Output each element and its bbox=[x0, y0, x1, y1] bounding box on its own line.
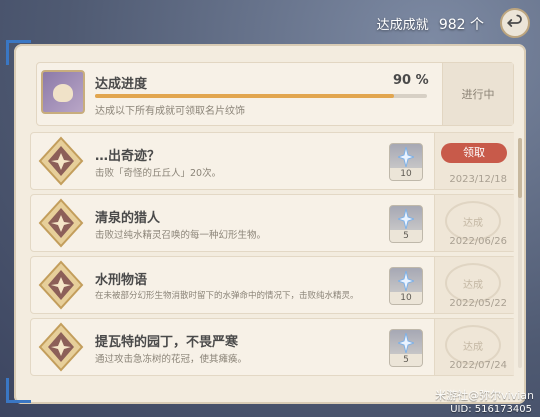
achievement-medal-icon bbox=[38, 198, 84, 248]
completed-stamp: 达成 bbox=[445, 325, 501, 365]
achievement-row: 提瓦特的园丁，不畏严寒 通过攻击急冻树的花冠，使其瘫痪。 5 达成 2022/0… bbox=[30, 318, 514, 376]
achievement-date: 2022/05/22 bbox=[449, 298, 507, 309]
list-scrollbar[interactable] bbox=[518, 138, 522, 368]
back-arrow-icon bbox=[507, 14, 522, 27]
reward-quantity: 10 bbox=[390, 168, 422, 180]
progress-card: 达成进度 90 % 达成以下所有成就可领取名片纹饰 进行中 bbox=[36, 62, 514, 126]
achievement-medal-icon bbox=[38, 260, 84, 310]
achievement-date: 2022/06/26 bbox=[449, 236, 507, 247]
achievement-row: …出奇迹？ 击败「奇怪的丘丘人」20次。 10 领取 2023/12/18 bbox=[30, 132, 514, 190]
achievement-description: 在未被部分幻形生物消散时留下的水弹命中的情况下，击败纯水精灵。 bbox=[95, 291, 359, 301]
achievement-row: 清泉的猎人 击败过纯水精灵召唤的每一种幻形生物。 5 达成 2022/06/26 bbox=[30, 194, 514, 252]
achievement-title: 提瓦特的园丁，不畏严寒 bbox=[95, 335, 239, 350]
achievement-status-area: 领取 2023/12/18 bbox=[434, 133, 514, 189]
achievement-medal-icon bbox=[38, 136, 84, 186]
achievement-date: 2023/12/18 bbox=[449, 174, 507, 185]
reward-quantity: 10 bbox=[390, 292, 422, 304]
progress-bar bbox=[95, 94, 427, 98]
progress-status: 进行中 bbox=[442, 63, 513, 125]
player-uid: UID: 516173405 bbox=[450, 404, 532, 415]
completed-stamp: 达成 bbox=[445, 263, 501, 303]
achievement-title: 水刑物语 bbox=[95, 273, 148, 288]
progress-bar-fill bbox=[95, 94, 394, 98]
primogem-reward: 10 bbox=[389, 143, 423, 181]
progress-title: 达成进度 bbox=[95, 77, 148, 92]
count-value: 982 个 bbox=[438, 17, 484, 33]
primogem-icon bbox=[398, 271, 414, 291]
achievement-date: 2022/07/24 bbox=[449, 360, 507, 371]
achievement-description: 击败「奇怪的丘丘人」20次。 bbox=[95, 168, 222, 179]
primogem-icon bbox=[398, 333, 414, 353]
watermark-text: 米游社@弥尔vivian bbox=[435, 389, 534, 402]
panel-corner-decoration bbox=[6, 40, 31, 65]
completed-stamp: 达成 bbox=[445, 201, 501, 241]
achievement-count: 达成成就 982 个 bbox=[377, 14, 484, 34]
progress-description: 达成以下所有成就可领取名片纹饰 bbox=[95, 106, 245, 117]
achievement-list: …出奇迹？ 击败「奇怪的丘丘人」20次。 10 领取 2023/12/18 清泉… bbox=[30, 132, 514, 376]
claim-button[interactable]: 领取 bbox=[441, 143, 507, 163]
primogem-reward: 10 bbox=[389, 267, 423, 305]
namecard-thumbnail bbox=[41, 70, 85, 114]
panel-corner-decoration bbox=[6, 378, 31, 403]
primogem-icon bbox=[398, 147, 414, 167]
achievement-title: …出奇迹？ bbox=[95, 149, 161, 164]
achievement-medal-icon bbox=[38, 322, 84, 372]
achievement-description: 击败过纯水精灵召唤的每一种幻形生物。 bbox=[95, 230, 267, 241]
achievement-title: 清泉的猎人 bbox=[95, 211, 161, 226]
achievement-status-area: 达成 2022/06/26 bbox=[434, 195, 514, 251]
achievement-status-area: 达成 2022/05/22 bbox=[434, 257, 514, 313]
scrollbar-thumb[interactable] bbox=[518, 138, 522, 198]
primogem-reward: 5 bbox=[389, 329, 423, 367]
count-label: 达成成就 bbox=[376, 18, 429, 33]
primogem-icon bbox=[398, 209, 414, 229]
reward-quantity: 5 bbox=[390, 354, 422, 366]
achievement-description: 通过攻击急冻树的花冠，使其瘫痪。 bbox=[95, 354, 248, 365]
achievement-row: 水刑物语 在未被部分幻形生物消散时留下的水弹命中的情况下，击败纯水精灵。 10 … bbox=[30, 256, 514, 314]
reward-quantity: 5 bbox=[390, 230, 422, 242]
achievement-status-area: 达成 2022/07/24 bbox=[434, 319, 514, 375]
primogem-reward: 5 bbox=[389, 205, 423, 243]
progress-percent: 90 % bbox=[393, 73, 429, 88]
back-button[interactable] bbox=[500, 8, 530, 38]
